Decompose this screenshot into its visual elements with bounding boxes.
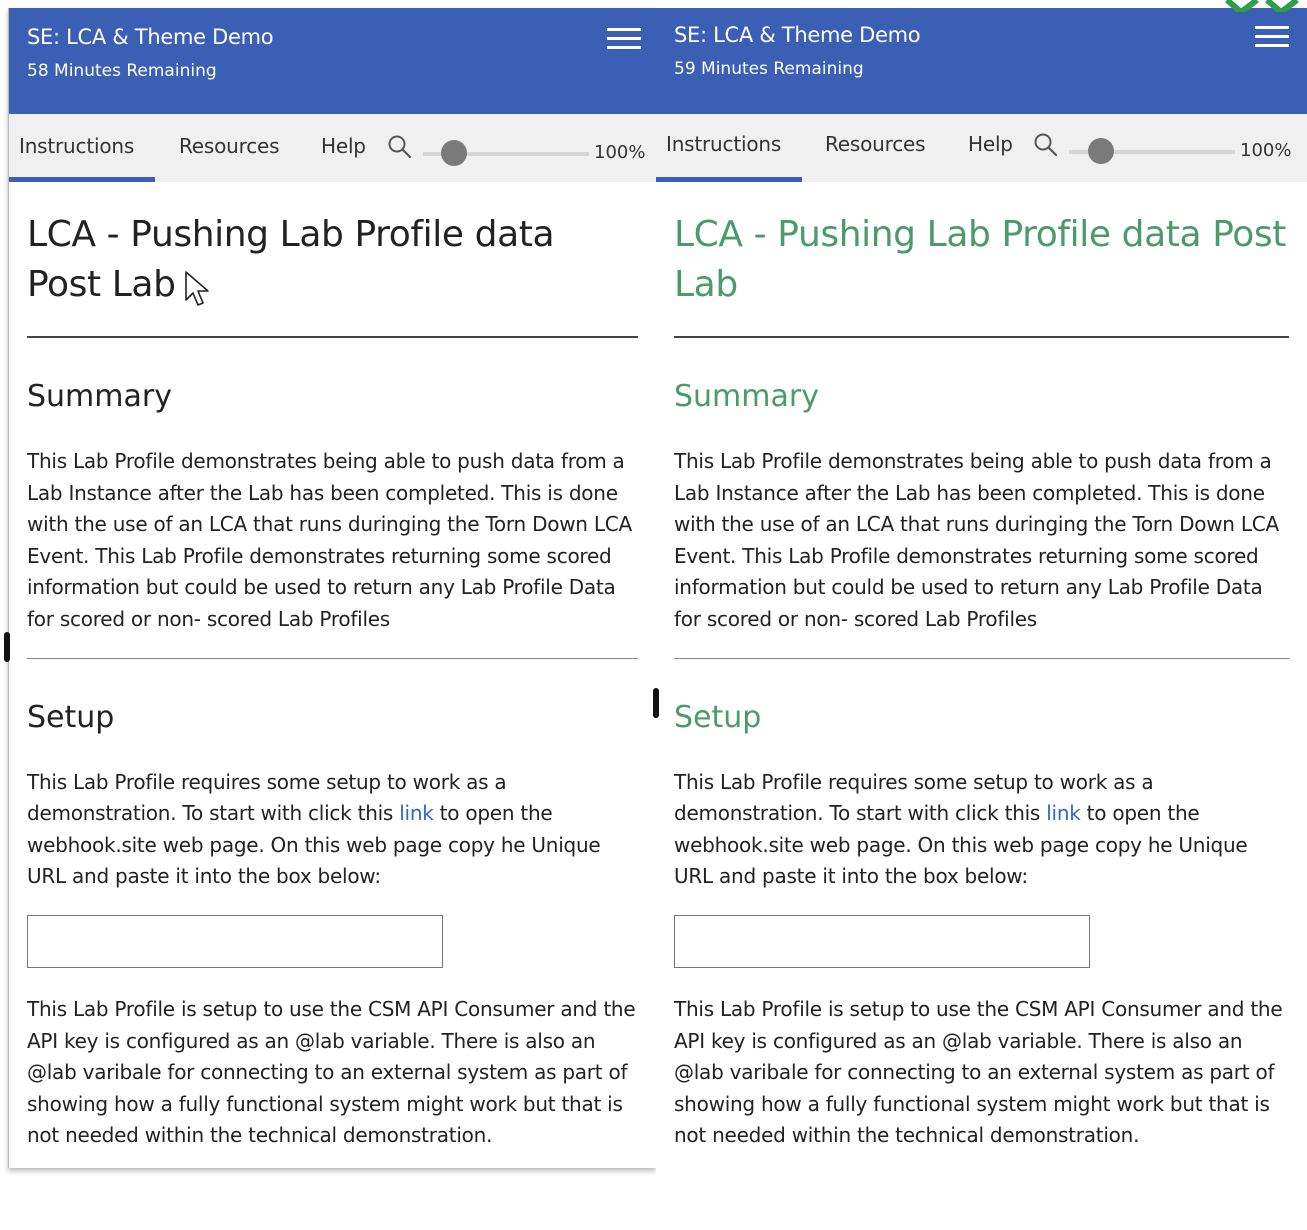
time-remaining: 58 Minutes Remaining [27,61,217,81]
section-divider [27,657,638,659]
setup-text: This Lab Profile requires some setup to … [674,767,1289,893]
section-divider [674,657,1289,659]
title-divider [674,336,1289,338]
summary-heading: Summary [674,379,819,414]
lab-header: SE: LCA & Theme Demo 58 Minutes Remainin… [9,8,656,114]
tab-instructions[interactable]: Instructions [666,132,781,156]
lab-title: SE: LCA & Theme Demo [674,23,921,47]
magnifier-icon[interactable] [386,133,414,161]
active-tab-indicator [9,177,155,182]
tab-resources[interactable]: Resources [825,132,926,156]
lab-title: SE: LCA & Theme Demo [27,25,274,49]
unique-url-input[interactable] [674,914,1090,968]
zoom-percent: 100% [594,142,646,163]
zoom-slider-thumb[interactable] [1088,138,1114,164]
instructions-content: LCA - Pushing Lab Profile data Post Lab … [656,210,1307,1152]
tab-bar: Instructions Resources Help 100% [9,114,656,182]
setup-text: This Lab Profile requires some setup to … [27,767,638,893]
hamburger-menu-icon[interactable] [607,28,641,50]
setup-heading: Setup [674,699,762,735]
window-edge-marker [4,632,10,662]
magnifier-icon[interactable] [1032,131,1060,159]
title-divider [27,336,638,338]
tab-bar: Instructions Resources Help 100% [656,114,1307,182]
lab-header: SE: LCA & Theme Demo 59 Minutes Remainin… [656,8,1307,114]
summary-text: This Lab Profile demonstrates being able… [27,449,632,631]
instructions-pane-custom-theme: SE: LCA & Theme Demo 59 Minutes Remainin… [656,8,1307,1230]
zoom-slider-thumb[interactable] [441,140,467,166]
api-config-text: This Lab Profile is setup to use the CSM… [27,996,636,1148]
api-config-text: This Lab Profile is setup to use the CSM… [674,996,1283,1148]
summary-heading: Summary [27,379,172,414]
zoom-percent: 100% [1240,140,1292,161]
instructions-content: LCA - Pushing Lab Profile data Post Lab … [9,210,656,1152]
tab-help[interactable]: Help [321,134,366,158]
corner-logo-icon [1225,0,1299,12]
mouse-pointer-icon [185,271,209,306]
webhook-link[interactable]: link [399,801,434,825]
hamburger-menu-icon[interactable] [1255,26,1289,48]
tab-resources[interactable]: Resources [179,134,280,158]
setup-heading: Setup [27,699,115,735]
unique-url-input[interactable] [27,914,443,968]
tab-instructions[interactable]: Instructions [19,134,134,158]
tab-help[interactable]: Help [968,132,1013,156]
webhook-link[interactable]: link [1046,801,1081,825]
active-tab-indicator [656,177,802,182]
summary-text: This Lab Profile demonstrates being able… [674,449,1279,631]
page-title: LCA - Pushing Lab Profile data Post Lab [27,214,555,305]
time-remaining: 59 Minutes Remaining [674,59,864,79]
instructions-pane-default-theme: SE: LCA & Theme Demo 58 Minutes Remainin… [8,8,656,1168]
page-title: LCA - Pushing Lab Profile data Post Lab [674,214,1286,305]
window-edge-marker [653,688,659,718]
